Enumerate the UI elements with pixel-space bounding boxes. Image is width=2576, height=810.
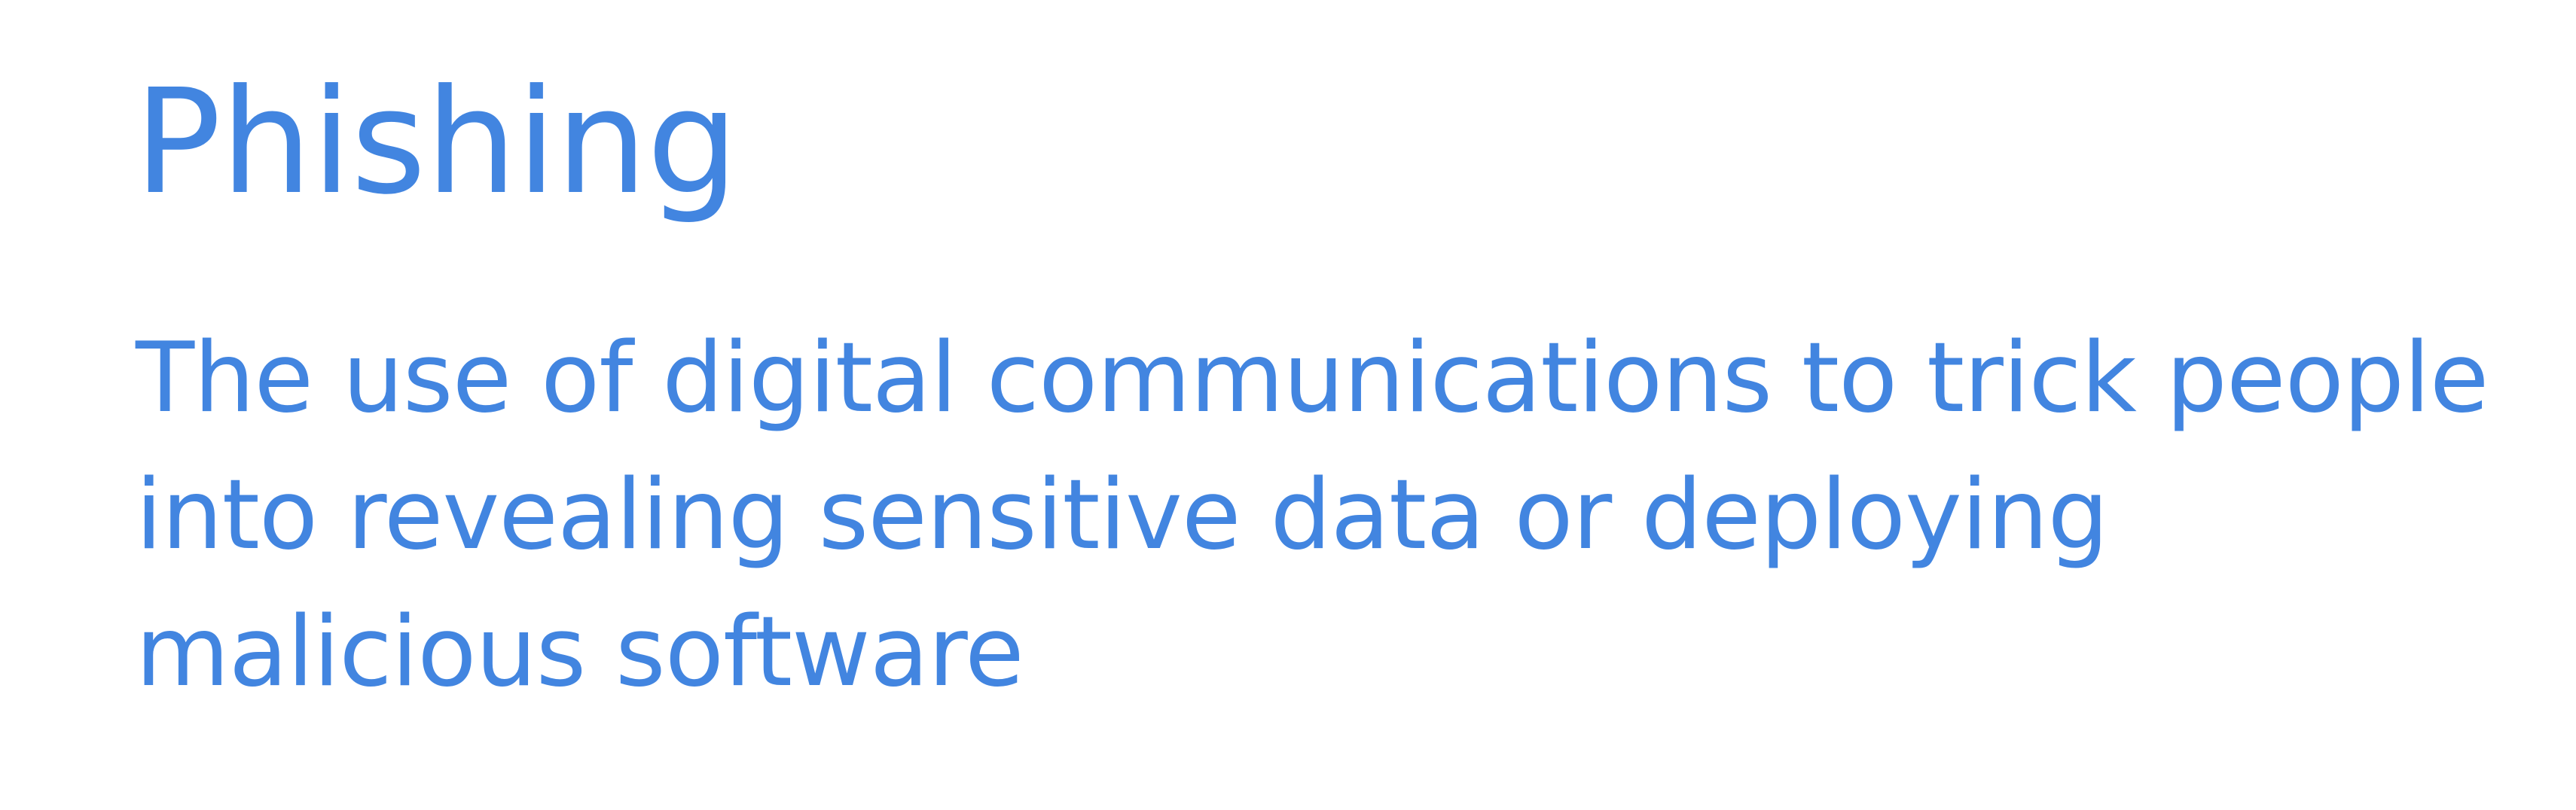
definition-line-3: malicious software [136,596,1024,708]
slide: Phishing The use of digital communicatio… [0,0,2576,810]
definition-line-1: The use of digital communications to tri… [136,322,2489,434]
slide-title: Phishing [134,59,738,227]
definition-line-2: into revealing sensitive data or deployi… [136,459,2109,571]
definition-text: The use of digital communications to tri… [136,310,2546,721]
